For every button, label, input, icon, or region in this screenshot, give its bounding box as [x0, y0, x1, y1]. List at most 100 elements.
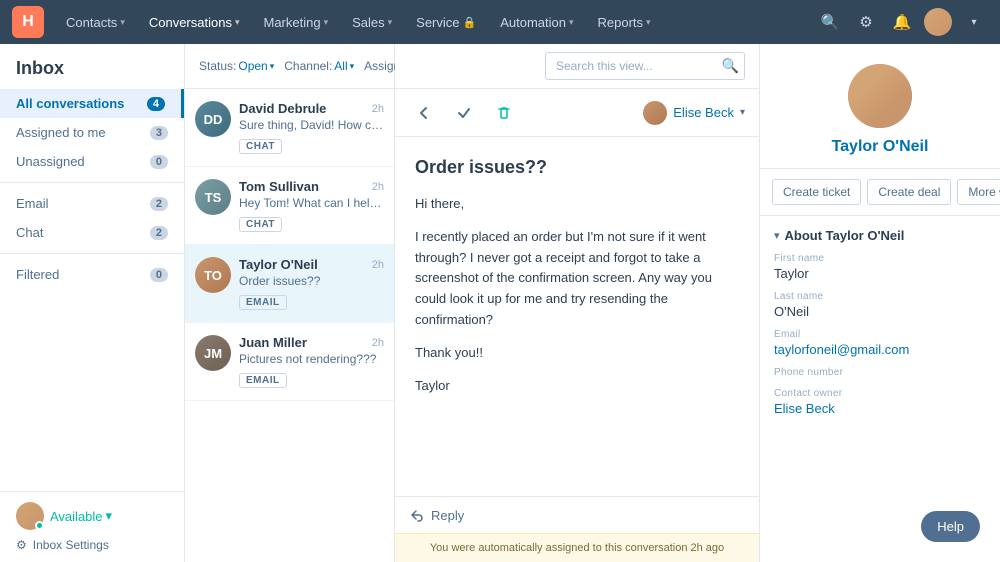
nav-conversations[interactable]: Conversations ▾	[139, 9, 250, 36]
conversation-content: Order issues?? Hi there, I recently plac…	[395, 137, 759, 496]
main-layout: Inbox All conversations 4 Assigned to me…	[0, 44, 1000, 562]
search-icon[interactable]: 🔍	[722, 58, 739, 75]
sidebar-item-assigned[interactable]: Assigned to me 3	[0, 118, 184, 147]
search-bar: 🔍	[545, 52, 745, 80]
email-badge: 2	[150, 197, 168, 211]
unassigned-badge: 0	[150, 155, 168, 169]
sidebar-divider	[0, 182, 184, 183]
sidebar-item-email[interactable]: Email 2	[0, 189, 184, 218]
conversation-item[interactable]: DD David Debrule 2h Sure thing, David! H…	[185, 89, 394, 167]
chevron-down-icon: ▾	[324, 17, 329, 28]
conversation-items: DD David Debrule 2h Sure thing, David! H…	[185, 89, 394, 562]
online-status-dot	[35, 521, 44, 530]
assigned-badge: 3	[150, 126, 168, 140]
sidebar-nav: All conversations 4 Assigned to me 3 Una…	[0, 89, 184, 491]
nav-contacts[interactable]: Contacts ▾	[56, 9, 135, 36]
back-button[interactable]	[409, 98, 439, 128]
inbox-settings-link[interactable]: ⚙ Inbox Settings	[16, 538, 168, 552]
conversation-list: Status: Open ▾ Channel: All ▾ Assignee: …	[185, 44, 395, 562]
status-filter[interactable]: Status: Open ▾	[199, 59, 274, 73]
chevron-down-icon: ▾	[646, 17, 651, 28]
assignee-selector[interactable]: Elise Beck ▾	[643, 101, 745, 125]
contact-owner-field: Contact owner Elise Beck	[774, 388, 986, 416]
nav-icon-group: 🔍 ⚙ 🔔 ▾	[816, 8, 988, 36]
filtered-badge: 0	[150, 268, 168, 282]
lock-icon: 🔒	[463, 16, 477, 29]
contact-name: Taylor O'Neil	[776, 138, 984, 156]
first-name-field: First name Taylor	[774, 253, 986, 281]
sidebar-divider-2	[0, 253, 184, 254]
conversation-item[interactable]: JM Juan Miller 2h Pictures not rendering…	[185, 323, 394, 401]
nav-automation[interactable]: Automation ▾	[490, 9, 583, 36]
last-name-field: Last name O'Neil	[774, 291, 986, 319]
conversation-detail: 🔍 Elise Beck	[395, 44, 760, 562]
left-sidebar: Inbox All conversations 4 Assigned to me…	[0, 44, 185, 562]
contact-avatar	[848, 64, 912, 128]
phone-field: Phone number	[774, 367, 986, 378]
avatar: TS	[195, 179, 231, 215]
avatar: DD	[195, 101, 231, 137]
auto-assign-note: You were automatically assigned to this …	[395, 533, 759, 562]
conversation-message: Hi there, I recently placed an order but…	[415, 194, 739, 396]
reply-icon	[409, 507, 425, 523]
sidebar-item-chat[interactable]: Chat 2	[0, 218, 184, 247]
search-row: 🔍	[395, 44, 759, 89]
all-conversations-badge: 4	[147, 97, 165, 111]
availability-toggle[interactable]: Available ▾	[16, 502, 168, 530]
contact-actions-bar: Create ticket Create deal More ▾	[760, 169, 1000, 216]
about-section: ▾ About Taylor O'Neil First name Taylor …	[760, 216, 1000, 438]
chevron-down-icon: ▾	[350, 61, 355, 72]
avatar: TO	[195, 257, 231, 293]
sidebar-item-filtered[interactable]: Filtered 0	[0, 260, 184, 289]
gear-icon: ⚙	[16, 538, 27, 552]
sidebar-footer: Available ▾ ⚙ Inbox Settings	[0, 491, 184, 562]
delete-button[interactable]	[489, 98, 519, 128]
nav-marketing[interactable]: Marketing ▾	[253, 9, 338, 36]
chevron-down-icon: ▾	[106, 508, 113, 524]
sidebar-item-unassigned[interactable]: Unassigned 0	[0, 147, 184, 176]
contact-panel: Taylor O'Neil Create ticket Create deal …	[760, 44, 1000, 562]
avatar: JM	[195, 335, 231, 371]
create-deal-button[interactable]: Create deal	[867, 179, 951, 205]
create-ticket-button[interactable]: Create ticket	[772, 179, 861, 205]
search-input[interactable]	[545, 52, 745, 80]
notifications-icon-button[interactable]: 🔔	[888, 8, 916, 36]
nav-sales[interactable]: Sales ▾	[342, 9, 402, 36]
conversation-item-active[interactable]: TO Taylor O'Neil 2h Order issues?? EMAIL	[185, 245, 394, 323]
top-navigation: H Contacts ▾ Conversations ▾ Marketing ▾…	[0, 0, 1000, 44]
chevron-down-icon: ▾	[270, 61, 275, 72]
inbox-title: Inbox	[16, 58, 168, 79]
chevron-down-icon: ▾	[569, 17, 574, 28]
conversation-toolbar: Elise Beck ▾	[395, 89, 759, 137]
assignee-avatar	[643, 101, 667, 125]
help-button[interactable]: Help	[921, 511, 980, 542]
reply-button[interactable]: Reply	[409, 507, 745, 523]
nav-reports[interactable]: Reports ▾	[588, 9, 661, 36]
user-avatar[interactable]	[924, 8, 952, 36]
availability-label: Available ▾	[50, 508, 112, 524]
nav-service[interactable]: Service 🔒	[406, 9, 486, 36]
about-section-header[interactable]: ▾ About Taylor O'Neil	[774, 228, 986, 243]
chevron-down-icon: ▾	[740, 107, 745, 118]
chevron-down-icon: ▾	[120, 17, 125, 28]
chevron-down-icon: ▾	[774, 229, 780, 242]
account-chevron-icon[interactable]: ▾	[960, 8, 988, 36]
check-button[interactable]	[449, 98, 479, 128]
sidebar-item-all[interactable]: All conversations 4	[0, 89, 184, 118]
user-status-avatar	[16, 502, 44, 530]
chevron-down-icon: ▾	[388, 17, 393, 28]
conversation-footer: Reply	[395, 496, 759, 533]
more-actions-button[interactable]: More ▾	[957, 179, 1000, 205]
filter-bar: Status: Open ▾ Channel: All ▾ Assignee: …	[185, 44, 394, 89]
chevron-down-icon: ▾	[235, 17, 240, 28]
channel-filter[interactable]: Channel: All ▾	[284, 59, 354, 73]
hubspot-logo[interactable]: H	[12, 6, 44, 38]
contact-header: Taylor O'Neil	[760, 44, 1000, 169]
settings-icon-button[interactable]: ⚙	[852, 8, 880, 36]
conversation-subject: Order issues??	[415, 157, 739, 178]
email-field: Email taylorfoneil@gmail.com	[774, 329, 986, 357]
search-icon-button[interactable]: 🔍	[816, 8, 844, 36]
chat-badge: 2	[150, 226, 168, 240]
conversation-item[interactable]: TS Tom Sullivan 2h Hey Tom! What can I h…	[185, 167, 394, 245]
sidebar-header: Inbox	[0, 44, 184, 89]
